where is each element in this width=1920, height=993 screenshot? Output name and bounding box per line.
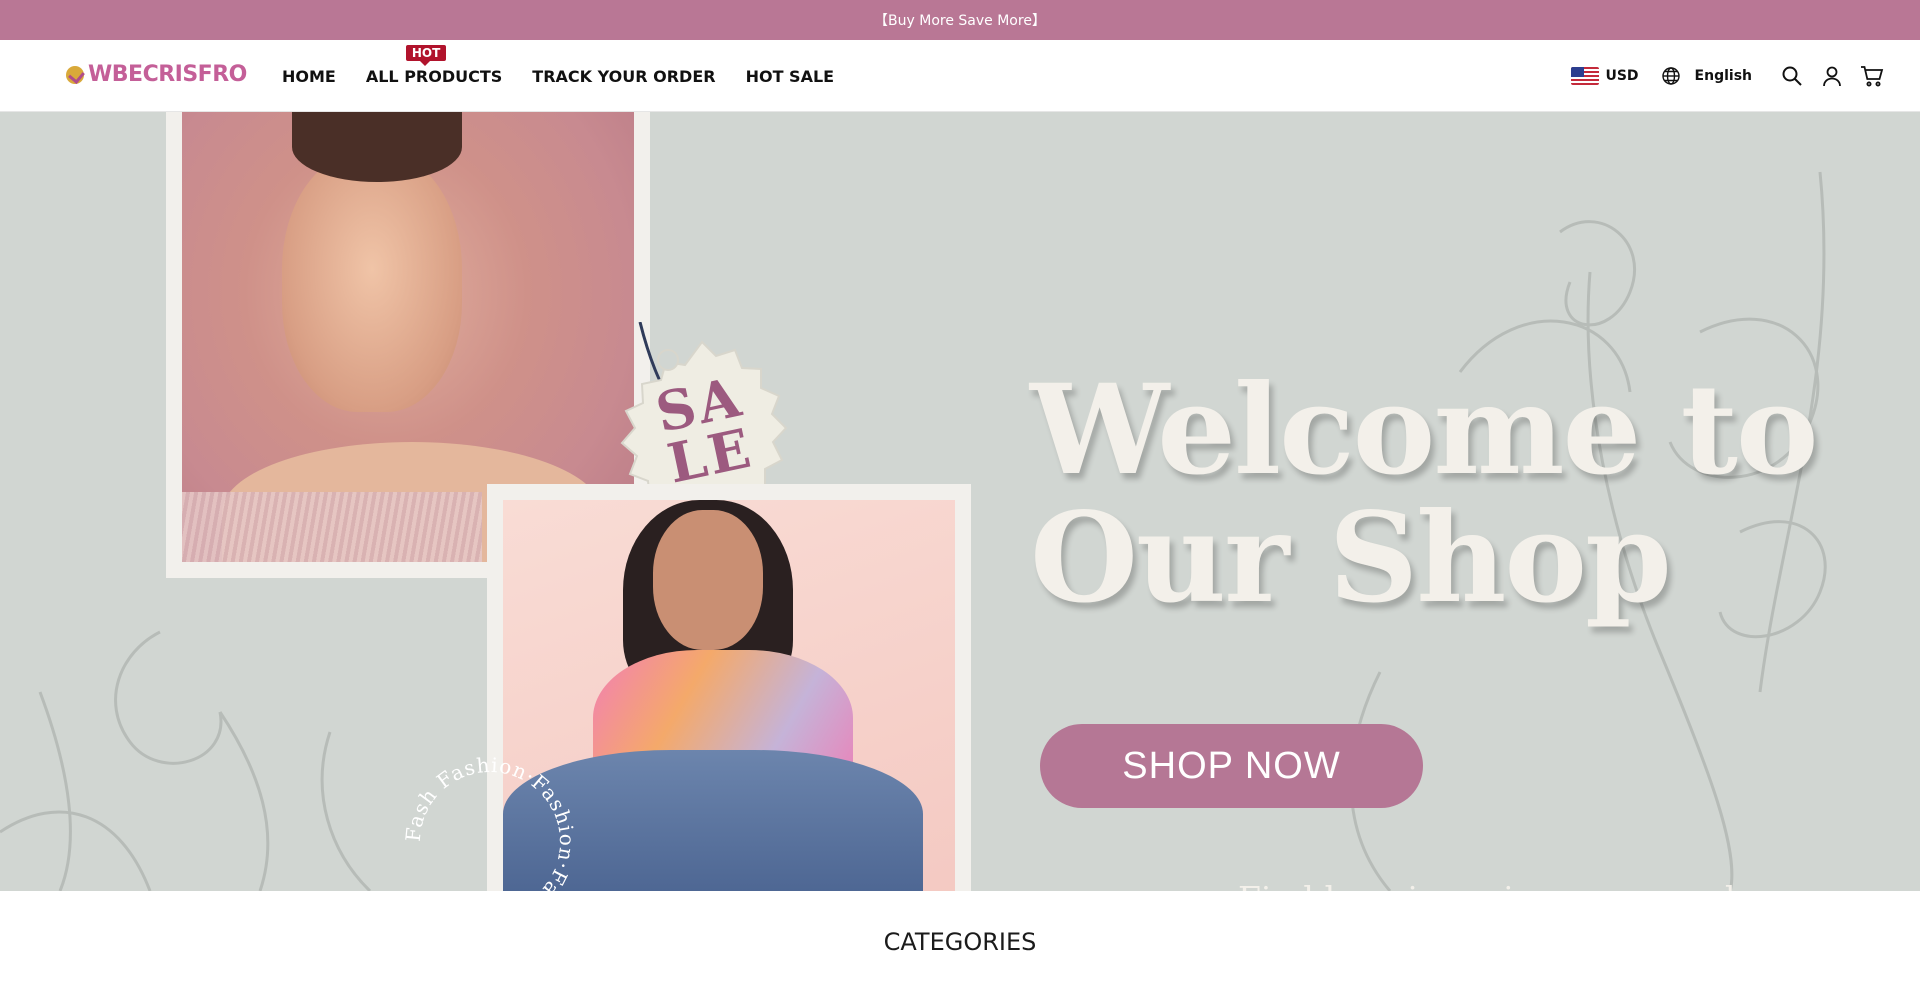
svg-text:Fash Fashion·Fashion·Fashion·: Fash Fashion·Fashion·Fashion· [401, 753, 579, 891]
currency-label: USD [1605, 68, 1639, 84]
us-flag-icon [1571, 67, 1600, 85]
hero-headline-line2: Our Shop [1030, 486, 1672, 631]
hero-banner: SA LE Fash Fashion·Fashion·Fashion· Welco… [0, 112, 1920, 891]
nav-all-products[interactable]: HOT ALL PRODUCTS [365, 44, 503, 86]
site-header: WBECRISFRO HOME HOT ALL PRODUCTS TRACK Y… [0, 40, 1920, 112]
nav-home[interactable]: HOME [282, 67, 336, 86]
logo[interactable]: WBECRISFRO [66, 62, 247, 87]
hero-headline-line1: Welcome to [1030, 358, 1819, 503]
language-selector[interactable]: English [1661, 66, 1752, 86]
language-label: English [1694, 68, 1752, 84]
search-button[interactable] [1772, 56, 1812, 96]
sale-tag-text: SA LE [650, 364, 759, 496]
globe-icon [1661, 67, 1680, 85]
nav-home-label: HOME [282, 66, 336, 86]
nav-hot-sale-label: HOT SALE [745, 66, 835, 86]
cart-icon [1861, 66, 1884, 87]
cart-button[interactable] [1852, 56, 1892, 96]
account-button[interactable] [1812, 56, 1852, 96]
announcement-bar: 【Buy More Save More】 [0, 0, 1920, 40]
nav-all-products-label: ALL PRODUCTS [365, 66, 503, 86]
logo-text: WBECRISFRO [88, 62, 247, 87]
currency-selector[interactable]: USD [1571, 67, 1639, 85]
shop-now-button[interactable]: SHOP NOW [1040, 724, 1423, 808]
header-actions: USD English [1571, 40, 1892, 112]
shop-now-label: SHOP NOW [1122, 744, 1341, 787]
circular-text-path: Fash Fashion·Fashion·Fashion· [401, 753, 578, 891]
hero-headline: Welcome to Our Shop [1030, 358, 1819, 631]
search-icon [1782, 66, 1802, 86]
hero-tagline: Find happiness in every purchase. [1238, 879, 1813, 891]
announcement-text: 【Buy More Save More】 [874, 13, 1046, 29]
hot-badge: HOT [405, 44, 447, 66]
categories-title: CATEGORIES [883, 928, 1037, 956]
nav-hot-sale[interactable]: HOT SALE [746, 67, 835, 86]
nav-track-order-label: TRACK YOUR ORDER [532, 66, 716, 86]
account-icon [1823, 66, 1841, 87]
circular-fashion-text: Fash Fashion·Fashion·Fashion· [401, 753, 579, 891]
nav-track-order[interactable]: TRACK YOUR ORDER [532, 67, 715, 86]
logo-mark-icon [66, 65, 84, 84]
main-nav: HOME HOT ALL PRODUCTS TRACK YOUR ORDER H… [282, 40, 834, 112]
